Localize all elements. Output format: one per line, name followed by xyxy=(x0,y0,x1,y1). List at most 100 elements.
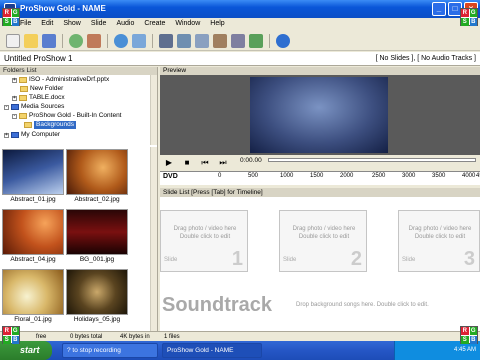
video-file-icon[interactable] xyxy=(213,33,227,48)
thumbnail-caption: Holidays_05.jpg xyxy=(73,316,121,323)
thumbnail-image xyxy=(2,149,64,195)
thumbnail-grid: Abstract_01.jpg Abstract_02.jpg Abstract… xyxy=(0,147,150,331)
slide-slot[interactable]: Drag photo / video here Double click to … xyxy=(160,210,248,272)
menu-window[interactable]: Window xyxy=(175,18,200,30)
logo-icon: RGSB xyxy=(2,326,20,344)
slide-number: 3 xyxy=(463,248,475,270)
taskbar: start ? to stop recording ProShow Gold -… xyxy=(0,341,480,360)
thumbnail[interactable]: BG_001.jpg xyxy=(66,209,128,265)
tree-item[interactable]: + ISO - AdministrativeDrf.pptx xyxy=(12,76,109,84)
folders-pane: Folders List + ISO - AdministrativeDrf.p… xyxy=(0,67,158,331)
tree-item[interactable]: + My Computer xyxy=(4,131,60,139)
soundtrack-area[interactable]: Soundtrack Drop background songs here. D… xyxy=(160,294,480,318)
expand-icon[interactable]: + xyxy=(4,132,9,138)
logo-icon: RGSB xyxy=(460,8,478,26)
menu-bar: File Edit Show Slide Audio Create Window… xyxy=(0,18,480,30)
expand-icon[interactable]: + xyxy=(12,95,17,101)
dvd-icon[interactable] xyxy=(159,33,173,48)
vcd-icon[interactable] xyxy=(177,33,191,48)
thumbnail[interactable]: Holidays_05.jpg xyxy=(66,269,128,325)
thumbnail[interactable]: Abstract_04.jpg xyxy=(2,209,64,265)
web-icon[interactable] xyxy=(249,33,263,48)
thumbnail-caption: BG_001.jpg xyxy=(79,256,115,263)
playback-slider[interactable] xyxy=(268,158,476,162)
open-icon[interactable] xyxy=(24,33,38,48)
ruler-tick: 4000 xyxy=(462,173,476,179)
menu-file[interactable]: File xyxy=(20,18,31,30)
thumbnail-image xyxy=(66,149,128,195)
help-icon[interactable] xyxy=(276,33,290,48)
tree-item-label: ProShow Gold - Built-In Content xyxy=(29,112,122,119)
save-icon[interactable] xyxy=(42,33,56,48)
cd-icon[interactable] xyxy=(195,33,209,48)
folder-icon xyxy=(20,86,28,92)
ruler-tick: 450 xyxy=(476,173,480,179)
preview-header: Preview xyxy=(160,67,480,75)
menu-edit[interactable]: Edit xyxy=(41,18,53,30)
toolbar-separator xyxy=(62,33,63,48)
tree-item-selected[interactable]: Backgrounds xyxy=(24,121,76,129)
globe-icon[interactable] xyxy=(114,33,128,48)
tree-item-label: TABLE.docx xyxy=(29,94,65,101)
remove-icon[interactable] xyxy=(87,33,101,48)
ruler-tick: 1500 xyxy=(310,173,324,179)
slide-slot-hint: Drag photo / video here Double click to … xyxy=(292,226,356,240)
next-button[interactable]: ⏭ xyxy=(216,157,230,169)
ruler-tick: 0 xyxy=(218,173,222,179)
slide-slot[interactable]: Drag photo / video here Double click to … xyxy=(279,210,367,272)
folder-icon xyxy=(19,113,27,119)
tree-item[interactable]: New Folder xyxy=(20,85,63,93)
slide-slot-label: Slide xyxy=(164,257,178,263)
folder-icon xyxy=(19,77,27,83)
ruler-tick: 2000 xyxy=(340,173,354,179)
ruler-tick: 3500 xyxy=(432,173,446,179)
time-display: 0:00.00 xyxy=(240,157,262,164)
tree-item-label: ISO - AdministrativeDrf.pptx xyxy=(29,76,110,83)
tree-item[interactable]: - ProShow Gold - Built-In Content xyxy=(12,112,122,120)
menu-create[interactable]: Create xyxy=(144,18,165,30)
thumbnail-image xyxy=(66,269,128,315)
menu-slide[interactable]: Slide xyxy=(91,18,107,30)
slide-slot[interactable]: Drag photo / video here Double click to … xyxy=(398,210,480,272)
slide-slot-label: Slide xyxy=(402,257,416,263)
collapse-icon[interactable]: - xyxy=(4,104,9,110)
menu-audio[interactable]: Audio xyxy=(116,18,134,30)
clock[interactable]: 4:45 AM xyxy=(454,347,476,353)
folder-icon xyxy=(24,122,32,128)
taskbar-item[interactable]: ? to stop recording xyxy=(62,343,158,358)
ruler-tick: 1000 xyxy=(280,173,294,179)
ruler-tick: 3000 xyxy=(402,173,416,179)
tree-item[interactable]: - Media Sources xyxy=(4,103,64,111)
thumbnail-image xyxy=(2,269,64,315)
thumbnail[interactable]: Floral_01.jpg xyxy=(2,269,64,325)
soundtrack-hint: Drop background songs here. Double click… xyxy=(296,302,429,308)
collapse-icon[interactable]: - xyxy=(12,113,17,119)
slide-list: Slide List [Press [Tab] for Timeline] Dr… xyxy=(160,188,480,331)
thumbnail[interactable]: Abstract_01.jpg xyxy=(2,149,64,205)
taskbar-item-active[interactable]: ProShow Gold - NAME xyxy=(162,343,262,358)
thumbnail[interactable]: Abstract_02.jpg xyxy=(66,149,128,205)
computer-icon xyxy=(11,132,19,138)
expand-icon[interactable]: + xyxy=(12,77,17,83)
thumbnail-caption: Abstract_04.jpg xyxy=(10,256,56,263)
slide-options-icon[interactable] xyxy=(132,33,146,48)
soundtrack-title: Soundtrack xyxy=(162,294,273,316)
add-icon[interactable] xyxy=(69,33,83,48)
stop-button[interactable]: ■ xyxy=(180,157,194,169)
project-name: Untitled ProShow 1 xyxy=(4,54,73,63)
tree-scrollbar[interactable] xyxy=(150,75,157,145)
thumbnail-image xyxy=(2,209,64,255)
menu-help[interactable]: Help xyxy=(210,18,224,30)
tree-item[interactable]: + TABLE.docx xyxy=(12,94,65,102)
previous-button[interactable]: ⏮ xyxy=(198,157,212,169)
slide-slot-hint: Drag photo / video here Double click to … xyxy=(408,226,472,240)
exe-icon[interactable] xyxy=(231,33,245,48)
slide-number: 2 xyxy=(350,248,362,270)
play-button[interactable]: ▶ xyxy=(162,157,176,169)
minimize-button[interactable]: _ xyxy=(432,2,446,16)
menu-show[interactable]: Show xyxy=(63,18,81,30)
project-bar: Untitled ProShow 1 [ No Slides ], [ No A… xyxy=(0,52,480,66)
thumbnail-scrollbar[interactable] xyxy=(150,147,157,331)
thumbnail-caption: Floral_01.jpg xyxy=(14,316,52,323)
new-icon[interactable] xyxy=(6,33,20,48)
